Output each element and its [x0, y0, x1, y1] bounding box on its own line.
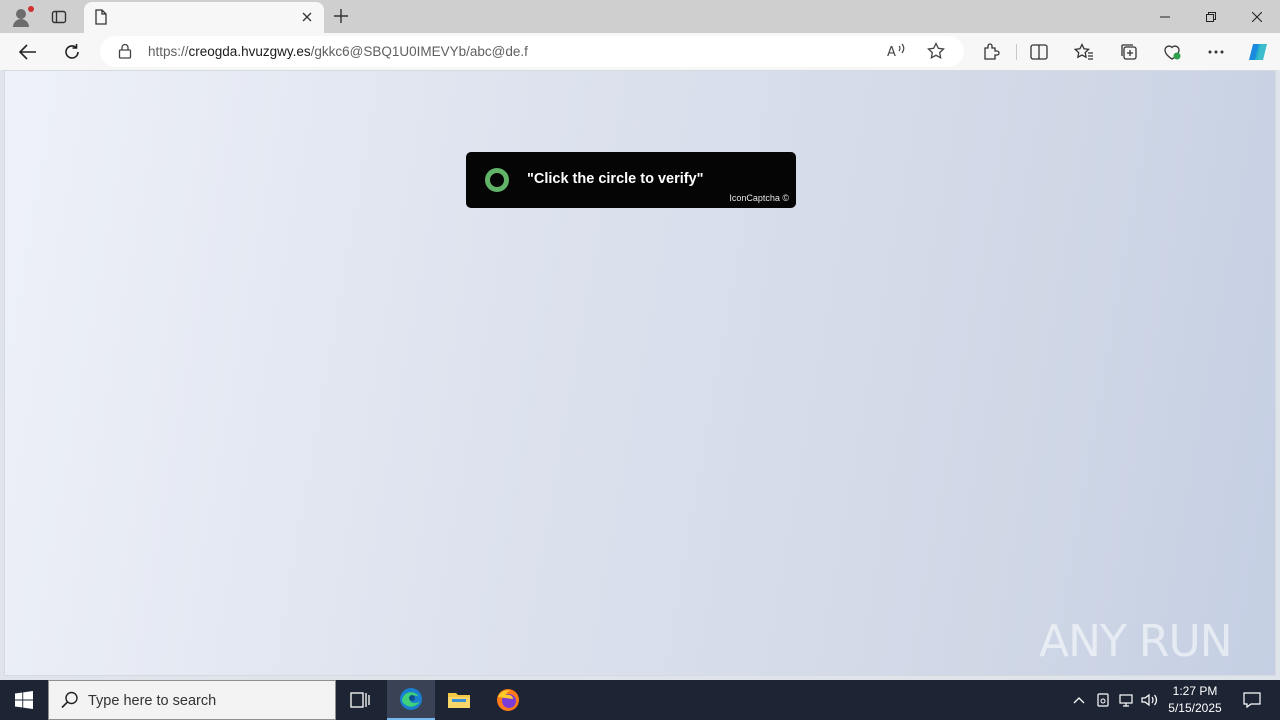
- watermark-text: ANY RUN: [1039, 615, 1233, 667]
- copilot-icon[interactable]: [1246, 40, 1270, 64]
- profile-avatar-icon[interactable]: [8, 4, 34, 30]
- minimize-icon[interactable]: [1142, 0, 1188, 33]
- device-icon[interactable]: [1092, 680, 1114, 720]
- file-explorer-icon[interactable]: [435, 680, 483, 720]
- browser-essentials-icon[interactable]: [1160, 40, 1184, 64]
- active-tab[interactable]: [84, 2, 324, 33]
- back-icon[interactable]: [14, 38, 42, 66]
- collections-icon[interactable]: [1117, 40, 1141, 64]
- web-page: "Click the circle to verify" IconCaptcha…: [4, 70, 1276, 676]
- captcha-widget: "Click the circle to verify" IconCaptcha…: [466, 152, 796, 208]
- verify-circle-button[interactable]: [485, 168, 509, 192]
- favorite-star-icon[interactable]: [927, 41, 945, 65]
- clock-date: 5/15/2025: [1168, 701, 1222, 715]
- captcha-brand: IconCaptcha ©: [729, 193, 789, 203]
- lock-icon[interactable]: [118, 43, 132, 64]
- restore-icon[interactable]: [1188, 0, 1234, 33]
- toolbar-separator: [1016, 44, 1017, 60]
- browser-toolbar: https://creogda.hvuzgwy.es/gkkc6@SBQ1U0I…: [0, 33, 1280, 70]
- network-icon[interactable]: [1115, 680, 1137, 720]
- title-bar: [0, 0, 1280, 33]
- more-menu-icon[interactable]: [1204, 40, 1228, 64]
- captcha-instruction: "Click the circle to verify": [527, 171, 704, 187]
- anyrun-watermark: ANY RUN: [1039, 609, 1239, 673]
- notification-center-icon[interactable]: [1232, 680, 1272, 720]
- search-placeholder: Type here to search: [88, 693, 217, 709]
- windows-start-icon[interactable]: [0, 680, 48, 720]
- task-view-icon[interactable]: [336, 680, 384, 720]
- refresh-icon[interactable]: [58, 38, 86, 66]
- chevron-up-icon[interactable]: [1068, 680, 1090, 720]
- taskbar-clock[interactable]: 1:27 PM 5/15/2025: [1162, 683, 1228, 717]
- close-window-icon[interactable]: [1234, 0, 1280, 33]
- svg-text:A: A: [887, 45, 896, 60]
- read-aloud-icon[interactable]: A: [887, 42, 907, 65]
- page-icon: [94, 9, 108, 30]
- address-bar[interactable]: https://creogda.hvuzgwy.es/gkkc6@SBQ1U0I…: [100, 36, 964, 67]
- firefox-icon[interactable]: [484, 680, 532, 720]
- url-text[interactable]: https://creogda.hvuzgwy.es/gkkc6@SBQ1U0I…: [148, 44, 528, 59]
- search-icon: [61, 691, 79, 714]
- volume-icon[interactable]: [1139, 680, 1161, 720]
- new-tab-icon[interactable]: [330, 5, 352, 27]
- taskbar: Type here to search 1:27 PM 5/15/2025: [0, 680, 1280, 720]
- tab-actions-icon[interactable]: [46, 5, 72, 29]
- clock-time: 1:27 PM: [1172, 684, 1218, 698]
- favorites-icon[interactable]: [1072, 40, 1096, 64]
- edge-icon[interactable]: [387, 680, 435, 720]
- notification-dot: [28, 6, 34, 12]
- split-screen-icon[interactable]: [1027, 40, 1051, 64]
- close-tab-icon[interactable]: [298, 8, 316, 26]
- extensions-icon[interactable]: [979, 40, 1003, 64]
- taskbar-search[interactable]: Type here to search: [48, 680, 336, 720]
